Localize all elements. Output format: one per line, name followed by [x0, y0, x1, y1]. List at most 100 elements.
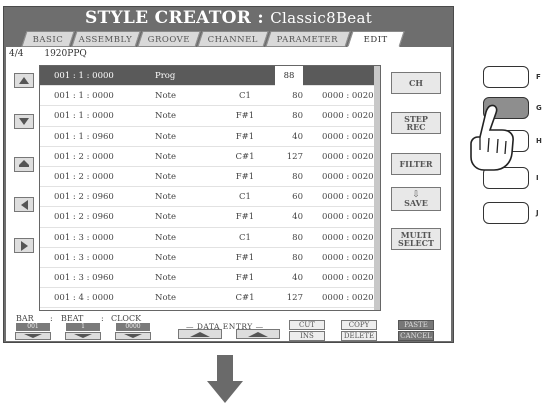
event-type: Note [155, 111, 177, 122]
event-data2: 127 [286, 151, 303, 162]
event-row[interactable]: 001 : 3 : 0000 Note F#1 80 0000 : 0020 [40, 248, 380, 268]
event-type: Note [155, 232, 177, 243]
event-length: 0000 : 0020 [322, 111, 374, 122]
event-time: 001 : 3 : 0000 [54, 232, 114, 243]
event-type: Note [155, 91, 177, 102]
event-data2: 127 [286, 293, 303, 304]
event-length: 0000 : 0020 [322, 212, 374, 223]
resolution: 1920PPQ [44, 49, 87, 59]
event-row[interactable]: 001 : 2 : 0960 Note F#1 40 0000 : 0020 [40, 207, 380, 228]
event-type: Note [155, 192, 177, 203]
up-arrow-icon [248, 331, 268, 337]
panel-button-h-label: H [536, 137, 542, 145]
down-arrow-icon [19, 118, 29, 125]
paste-button[interactable]: PASTE [398, 320, 434, 330]
event-time: 001 : 2 : 0000 [54, 172, 114, 182]
clock-label: CLOCK [111, 314, 142, 323]
panel-button-g-label: G [536, 104, 542, 112]
event-type: Note [155, 172, 177, 182]
event-row[interactable]: 001 : 1 : 0000 Note F#1 80 0000 : 0020 [40, 106, 380, 127]
tab-basic[interactable]: BASIC [21, 31, 75, 47]
left-arrow-icon [20, 199, 28, 210]
data-entry-inc-button[interactable] [236, 329, 280, 339]
event-time: 001 : 2 : 0960 [54, 192, 114, 203]
step-rec-button[interactable]: STEP REC [391, 112, 441, 134]
event-row[interactable]: 001 : 4 : 0000 Note C#1 127 0000 : 0020 [40, 288, 380, 309]
event-time: 001 : 1 : 0000 [54, 111, 114, 122]
event-row[interactable]: 001 : 3 : 0000 Note C1 80 0000 : 0020 [40, 228, 380, 248]
cancel-button[interactable]: CANCEL [398, 331, 434, 341]
event-data1: C#1 [235, 151, 255, 162]
scroll-right-button[interactable] [14, 238, 34, 253]
event-time: 001 : 2 : 0000 [54, 151, 114, 162]
meta-line: 4/4 1920PPQ [9, 49, 105, 59]
delete-button[interactable]: DELETE [341, 331, 377, 341]
event-data2: 40 [292, 131, 303, 142]
tab-edit[interactable]: EDIT [347, 31, 405, 47]
cut-button[interactable]: CUT [289, 320, 325, 330]
tab-parameter[interactable]: PARAMETER [265, 31, 351, 47]
event-length: 0000 : 0020 [322, 232, 374, 243]
bar-label: BAR [16, 314, 34, 323]
beat-label: BEAT [61, 314, 84, 323]
tab-channel[interactable]: CHANNEL [197, 31, 269, 47]
event-data1: F#1 [235, 273, 255, 283]
event-type: Prog [155, 71, 176, 81]
scroll-left-button[interactable] [14, 197, 34, 212]
beat-down-button[interactable] [65, 332, 101, 340]
bar-down-button[interactable] [15, 332, 51, 340]
event-data2: 80 [292, 232, 303, 243]
copy-button[interactable]: COPY [341, 320, 377, 330]
event-data1: F#1 [235, 131, 255, 142]
ins-button[interactable]: INS [289, 331, 325, 341]
bar-value: 001 [16, 323, 50, 331]
event-data1: F#1 [235, 111, 255, 122]
event-list[interactable]: 001 : 1 : 0000 Prog 88 001 : 1 : 0000 Note C1… [39, 65, 381, 311]
event-row[interactable]: 001 : 2 : 0000 Note F#1 80 0000 : 0020 [40, 167, 380, 188]
save-button[interactable]: ⇩ SAVE [391, 187, 441, 211]
panel-button-j[interactable] [483, 202, 529, 224]
event-row[interactable]: 001 : 1 : 0960 Note F#1 40 0000 : 0020 [40, 127, 380, 147]
event-length: 0000 : 0020 [322, 252, 374, 263]
event-length: 0000 : 0020 [322, 151, 374, 162]
ch-button[interactable]: CH [391, 72, 441, 94]
scroll-down-button[interactable] [14, 114, 34, 129]
page-top-button[interactable] [14, 73, 34, 88]
event-row[interactable]: 001 : 1 : 0000 Prog 88 [40, 66, 380, 87]
clock-down-button[interactable] [115, 332, 151, 340]
time-signature: 4/4 [9, 49, 24, 59]
up-arrow-icon [19, 77, 29, 84]
event-time: 001 : 1 : 0960 [54, 131, 114, 142]
event-length: 0000 : 0020 [322, 192, 374, 203]
title-main: STYLE CREATOR : [84, 8, 264, 28]
panel-button-j-label: J [536, 209, 539, 217]
event-row[interactable]: 001 : 2 : 0960 Note C1 60 0000 : 0020 [40, 187, 380, 208]
panel-button-f[interactable] [483, 66, 529, 88]
panel-button-i-label: I [536, 174, 539, 182]
list-scrollbar[interactable] [374, 66, 380, 310]
down-arrow-icon [24, 334, 42, 338]
event-time: 001 : 2 : 0960 [54, 212, 114, 223]
event-type: Note [155, 293, 177, 304]
event-length: 0000 : 0020 [322, 293, 374, 304]
multi-select-button[interactable]: MULTI SELECT [391, 228, 441, 250]
beat-value: 1 [66, 323, 100, 331]
event-row[interactable]: 001 : 3 : 0960 Note F#1 40 0000 : 0020 [40, 268, 380, 289]
clock-value: 0000 [116, 323, 150, 331]
event-data2: 40 [292, 273, 303, 283]
event-row[interactable]: 001 : 1 : 0000 Note C1 80 0000 : 0020 [40, 86, 380, 107]
tab-assembly[interactable]: ASSEMBLY [71, 31, 141, 47]
data-entry-dec-button[interactable] [178, 329, 222, 339]
event-time: 001 : 4 : 0000 [54, 293, 114, 304]
jump-top-button[interactable] [14, 157, 34, 172]
up-arrow-icon [190, 331, 210, 337]
event-row[interactable]: 001 : 2 : 0000 Note C#1 127 0000 : 0020 [40, 147, 380, 167]
event-data1: C#1 [235, 293, 255, 304]
right-arrow-icon [20, 240, 28, 251]
filter-button[interactable]: FILTER [391, 153, 441, 175]
panel-button-f-label: F [536, 73, 541, 81]
lcd-screen: STYLE CREATOR : Classic8Beat BASIC ASSEM… [3, 6, 454, 343]
event-data2: 88 [275, 66, 303, 87]
event-time: 001 : 3 : 0960 [54, 273, 114, 283]
tab-groove[interactable]: GROOVE [137, 31, 201, 47]
